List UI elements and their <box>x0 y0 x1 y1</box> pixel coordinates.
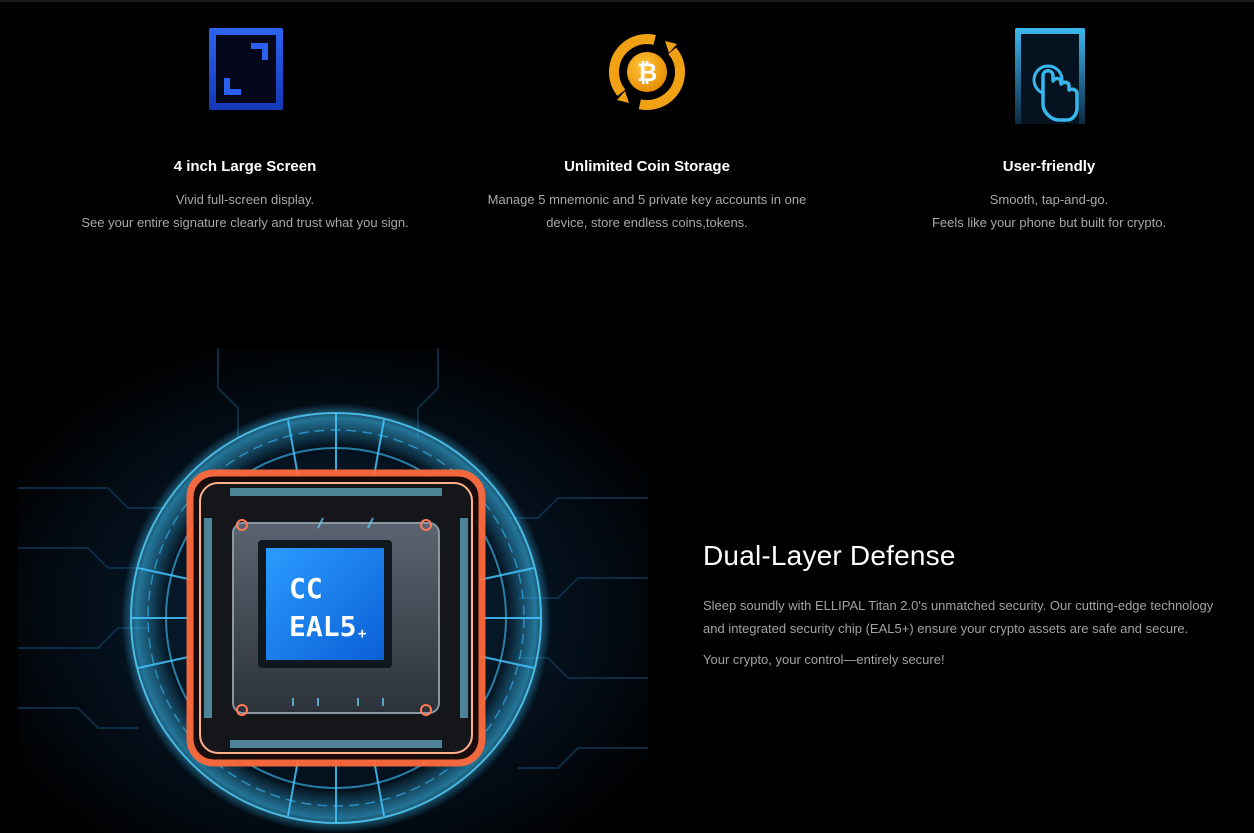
svg-text:₿: ₿ <box>637 58 657 87</box>
chip-graphic: CC EAL5 + <box>18 348 648 833</box>
chip-label-plus: + <box>358 626 366 642</box>
feature-description-line: See your entire signature clearly and tr… <box>81 215 409 230</box>
feature-description-line: Feels like your phone but built for cryp… <box>931 215 1167 230</box>
feature-description-line: Vivid full-screen display. <box>175 192 315 207</box>
section-title: Dual-Layer Defense <box>703 540 956 571</box>
feature-title: Unlimited Coin Storage <box>564 158 730 175</box>
feature-description-line: Smooth, tap-and-go. <box>989 192 1109 207</box>
dual-layer-defense-section: Dual-Layer Defense Sleep soundly with EL… <box>703 540 1223 671</box>
feature-title: 4 inch Large Screen <box>173 158 317 175</box>
chip-label-eal5: EAL5 <box>289 610 356 643</box>
large-screen-icon <box>203 26 287 118</box>
features-row: 4 inch Large Screen Vivid full-screen di… <box>0 0 1254 300</box>
feature-description-line: device, store endless coins,tokens. <box>546 215 748 230</box>
feature-description: Manage 5 mnemonic and 5 private key acco… <box>437 188 857 234</box>
feature-description: Vivid full-screen display. See your enti… <box>35 188 455 234</box>
section-tagline: Your crypto, your control—entirely secur… <box>703 652 945 667</box>
feature-description: Smooth, tap-and-go. Feels like your phon… <box>839 188 1254 234</box>
feature-description-line: Manage 5 mnemonic and 5 private key acco… <box>487 192 807 207</box>
touch-hand-icon <box>1007 26 1091 124</box>
bitcoin-cycle-icon: ₿ <box>605 26 689 118</box>
section-paragraph: Sleep soundly with ELLIPAL Titan 2.0's u… <box>703 598 1214 636</box>
security-chip-illustration: CC EAL5 + <box>18 348 648 833</box>
chip-label-cc: CC <box>289 572 323 605</box>
feature-title: User-friendly <box>1002 158 1096 175</box>
